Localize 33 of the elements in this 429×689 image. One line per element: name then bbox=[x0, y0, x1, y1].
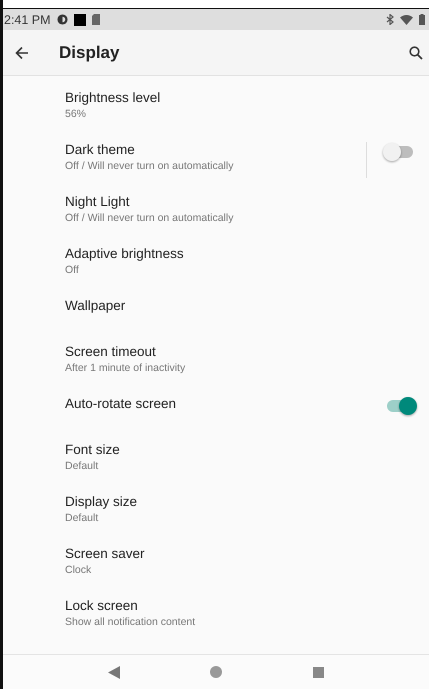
setting-title: Display size bbox=[65, 494, 138, 509]
toolbar-title: Display bbox=[59, 42, 120, 62]
setting-summary: Clock bbox=[65, 564, 92, 576]
setting-title: Dark theme bbox=[65, 142, 136, 157]
back-arrow-icon[interactable] bbox=[15, 46, 29, 60]
search-icon[interactable] bbox=[409, 46, 423, 60]
sd-card-icon bbox=[92, 14, 100, 25]
recents-square-icon[interactable] bbox=[312, 666, 324, 678]
setting-title: Font size bbox=[65, 442, 121, 457]
bluetooth-icon bbox=[386, 14, 394, 25]
setting-title: Screen timeout bbox=[65, 344, 157, 359]
wifi-icon bbox=[400, 14, 413, 24]
setting-title: Lock screen bbox=[65, 598, 139, 613]
setting-summary: Off / Will never turn on automatically bbox=[65, 160, 234, 172]
setting-summary: Default bbox=[65, 512, 100, 524]
setting-title: Auto-rotate screen bbox=[65, 396, 178, 411]
home-circle-icon[interactable] bbox=[210, 666, 222, 678]
status-time: 2:41 PM bbox=[4, 12, 51, 26]
setting-summary: After 1 minute of inactivity bbox=[65, 362, 186, 374]
setting-summary: Off / Will never turn on automatically bbox=[65, 212, 234, 224]
setting-summary: Off bbox=[65, 264, 80, 276]
back-triangle-icon[interactable] bbox=[108, 666, 120, 678]
setting-title: Wallpaper bbox=[65, 298, 126, 313]
circle-icon bbox=[56, 14, 68, 25]
setting-summary: Default bbox=[65, 460, 100, 472]
setting-title: Screen saver bbox=[65, 546, 146, 561]
battery-icon bbox=[419, 14, 425, 25]
setting-summary: 56% bbox=[65, 108, 88, 120]
setting-title: Brightness level bbox=[65, 90, 162, 105]
setting-title: Adaptive brightness bbox=[65, 246, 185, 261]
square-icon bbox=[74, 14, 86, 26]
setting-summary: Show all notification content bbox=[65, 616, 196, 628]
setting-title: Night Light bbox=[65, 194, 131, 209]
